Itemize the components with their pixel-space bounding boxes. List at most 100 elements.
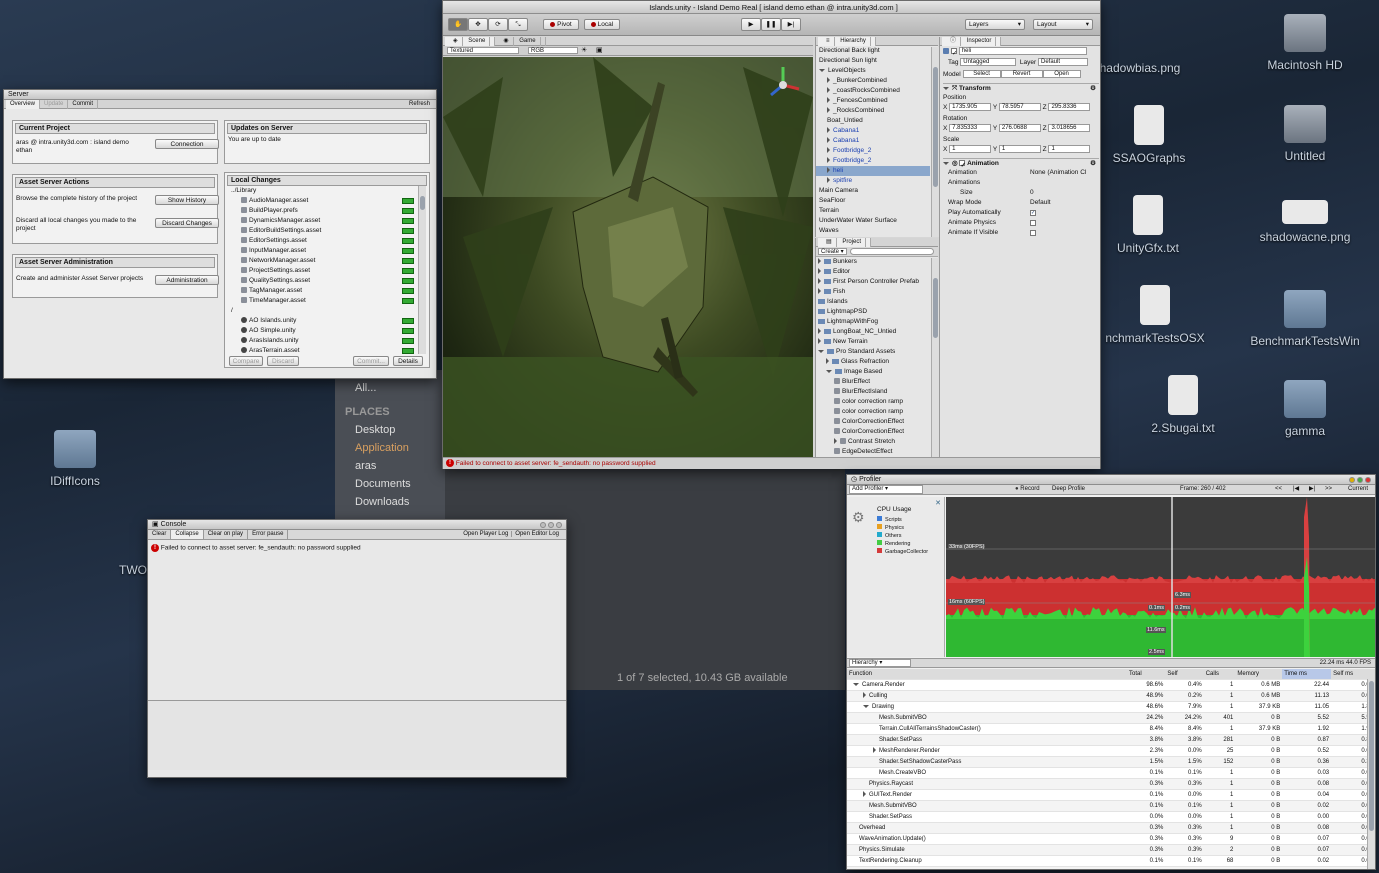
clear-button[interactable]: Clear [148, 530, 172, 539]
expand-arrow-icon[interactable] [827, 137, 830, 144]
hierarchy-mode-dropdown[interactable]: Hierarchy ▾ [849, 659, 911, 667]
table-row[interactable]: Drawing48.6%7.9%137.9 KB11.051.80 [847, 701, 1375, 713]
expand-arrow-icon[interactable] [826, 358, 829, 365]
project-item[interactable]: color correction ramp [816, 397, 930, 407]
project-item[interactable]: EdgeDetectEffect [816, 447, 930, 456]
sidebar-item-documents[interactable]: Documents [355, 478, 435, 490]
add-profiler-dropdown[interactable]: Add Profiler ▾ [849, 485, 923, 494]
project-search-input[interactable] [850, 248, 934, 255]
hierarchy-item[interactable]: _FencesCombined [816, 96, 930, 106]
project-item[interactable]: ColorCorrectionEffect [816, 427, 930, 437]
table-row[interactable]: Terrain.CullAllTerrainsShadowCaster() 8.4… [847, 723, 1375, 735]
col-time-ms[interactable]: Time ms [1282, 669, 1332, 680]
prev-frame-button[interactable]: << [1275, 485, 1282, 494]
local-file-row[interactable]: EditorBuildSettings.asset [241, 226, 416, 236]
project-item[interactable]: New Terrain [816, 337, 930, 347]
table-row[interactable]: Shader.SetPass0.0%0.0%10 B0.000.00 [847, 811, 1375, 823]
close-icon[interactable] [556, 522, 562, 528]
animation-enabled-checkbox[interactable]: ✓ [959, 160, 966, 169]
expand-arrow-icon[interactable] [827, 97, 830, 104]
table-row[interactable]: WaveAnimation.Update()0.3%0.3%90 B0.070.… [847, 833, 1375, 845]
discard-button[interactable]: Discard [267, 356, 299, 366]
active-checkbox[interactable]: ✓ [951, 48, 957, 57]
model-open-button[interactable]: Open [1042, 70, 1081, 79]
sidebar-item-aras[interactable]: aras [355, 460, 435, 472]
play-button[interactable]: ▶ [741, 18, 761, 31]
sidebar-item-desktop[interactable]: Desktop [355, 424, 435, 436]
expand-arrow-icon[interactable] [827, 157, 830, 164]
property-value[interactable]: Default [1030, 198, 1051, 208]
expand-arrow-icon[interactable] [827, 107, 830, 114]
hierarchy-item[interactable]: Footbridge_2 [816, 146, 930, 156]
pos-x-field[interactable]: 1735.905 [949, 103, 992, 112]
hierarchy-item[interactable]: Directional Back light [816, 46, 930, 56]
error-pause-button[interactable]: Error pause [248, 530, 289, 539]
expand-arrow-icon[interactable] [827, 177, 830, 184]
table-row[interactable]: Shader.SetShadowCasterPass 1.5% 1.5% 152 0 B… [847, 756, 1375, 768]
tab-project[interactable]: ▤ Project [818, 238, 872, 247]
tab-overview[interactable]: Overview [6, 100, 41, 109]
legend-item[interactable]: Scripts [877, 516, 928, 524]
discard-changes-button[interactable]: Discard Changes [155, 218, 219, 228]
local-file-row[interactable]: ProjectSettings.asset [241, 266, 416, 276]
pos-z-field[interactable]: 295.8336 [1048, 103, 1091, 112]
close-icon[interactable] [1365, 477, 1371, 483]
tab-hierarchy[interactable]: ≡ Hierarchy [818, 37, 876, 46]
compare-button[interactable]: Compare [229, 356, 263, 366]
hierarchy-item[interactable]: _RocksCombined [816, 106, 930, 116]
expand-arrow-icon[interactable] [818, 328, 821, 335]
open-editor-log-button[interactable]: Open Editor Log [512, 531, 562, 537]
expand-arrow-icon[interactable] [834, 438, 837, 445]
open-player-log-button[interactable]: Open Player Log [460, 531, 513, 537]
collapse-arrow-icon[interactable] [818, 349, 824, 353]
cpu-graph[interactable]: 33ms (30FPS) 16ms (60FPS) 6.3ms 0.1ms 0.… [946, 497, 1375, 657]
expand-arrow-icon[interactable] [863, 692, 866, 699]
hand-tool-button[interactable]: ✋ [448, 18, 468, 31]
channel-dropdown[interactable]: RGB [528, 47, 578, 54]
deep-profile-button[interactable]: Deep Profile [1052, 485, 1085, 494]
project-item[interactable]: Image Based [816, 367, 930, 377]
refresh-button[interactable]: Refresh [405, 100, 434, 109]
layer-dropdown[interactable]: Default [1038, 58, 1088, 67]
hierarchy-item[interactable]: _BunkerCombined [816, 76, 930, 86]
render-mode-dropdown[interactable]: Textured [447, 47, 519, 54]
model-select-button[interactable]: Select [962, 70, 1001, 79]
project-item[interactable]: LongBoat_NC_Untied [816, 327, 930, 337]
table-row[interactable]: Mesh.SubmitVBO24.2%24.2%4010 B5.525.52 [847, 712, 1375, 724]
project-item[interactable]: BlurEffectIsland [816, 387, 930, 397]
expand-arrow-icon[interactable] [863, 791, 866, 798]
connection-button[interactable]: Connection [155, 139, 219, 149]
property-value[interactable]: 0 [1030, 188, 1034, 198]
create-dropdown[interactable]: Create ▾ [818, 248, 847, 255]
status-error-text[interactable]: Failed to connect to asset server: fe_se… [456, 460, 656, 467]
project-item[interactable]: First Person Controller Prefab [816, 277, 930, 287]
expand-arrow-icon[interactable] [818, 258, 821, 265]
model-revert-button[interactable]: Revert [1000, 70, 1043, 79]
gear-icon[interactable]: ⚙ [1090, 84, 1096, 94]
expand-arrow-icon[interactable] [818, 288, 821, 295]
lighting-icon[interactable]: ☀ [581, 46, 587, 54]
project-item[interactable]: Pro Standard Assets [816, 347, 930, 357]
collapse-arrow-icon[interactable] [853, 682, 859, 686]
hierarchy-item[interactable]: Terrain [816, 206, 930, 216]
table-row[interactable]: Culling48.9%0.2%10.6 MB11.130.06 [847, 690, 1375, 702]
local-file-row[interactable]: ArasIslands.unity [241, 336, 416, 346]
console-titlebar[interactable]: ▣ Console [148, 520, 566, 530]
desktop-icon-benchmarktestswin[interactable]: BenchmarkTestsWin [1230, 290, 1379, 348]
local-file-row[interactable]: AO Simple.unity [241, 326, 416, 336]
property-value[interactable]: None (Animation Cl [1030, 168, 1086, 178]
tab-update[interactable]: Update [40, 100, 69, 109]
current-frame-button[interactable]: Current [1348, 485, 1368, 494]
hierarchy-item[interactable]: _coastRocksCombined [816, 86, 930, 96]
local-file-row[interactable]: NetworkManager.asset [241, 256, 416, 266]
property-checkbox[interactable] [1030, 230, 1036, 236]
tab-scene[interactable]: ◈ Scene [445, 37, 496, 46]
unity-titlebar[interactable]: Islands.unity - Island Demo Real [ islan… [443, 1, 1100, 14]
tab-inspector[interactable]: ⓘ Inspector [942, 37, 1002, 46]
scl-y-field[interactable]: 1 [998, 145, 1041, 154]
table-row[interactable]: Shader.SetPass3.8%3.8%2810 B0.870.87 [847, 734, 1375, 746]
layout-dropdown[interactable]: Layout ▾ [1033, 19, 1093, 30]
scl-x-field[interactable]: 1 [949, 145, 992, 154]
desktop-icon-shadowacne[interactable]: shadowacne.png [1230, 200, 1379, 244]
sidebar-item-downloads[interactable]: Downloads [355, 496, 435, 508]
